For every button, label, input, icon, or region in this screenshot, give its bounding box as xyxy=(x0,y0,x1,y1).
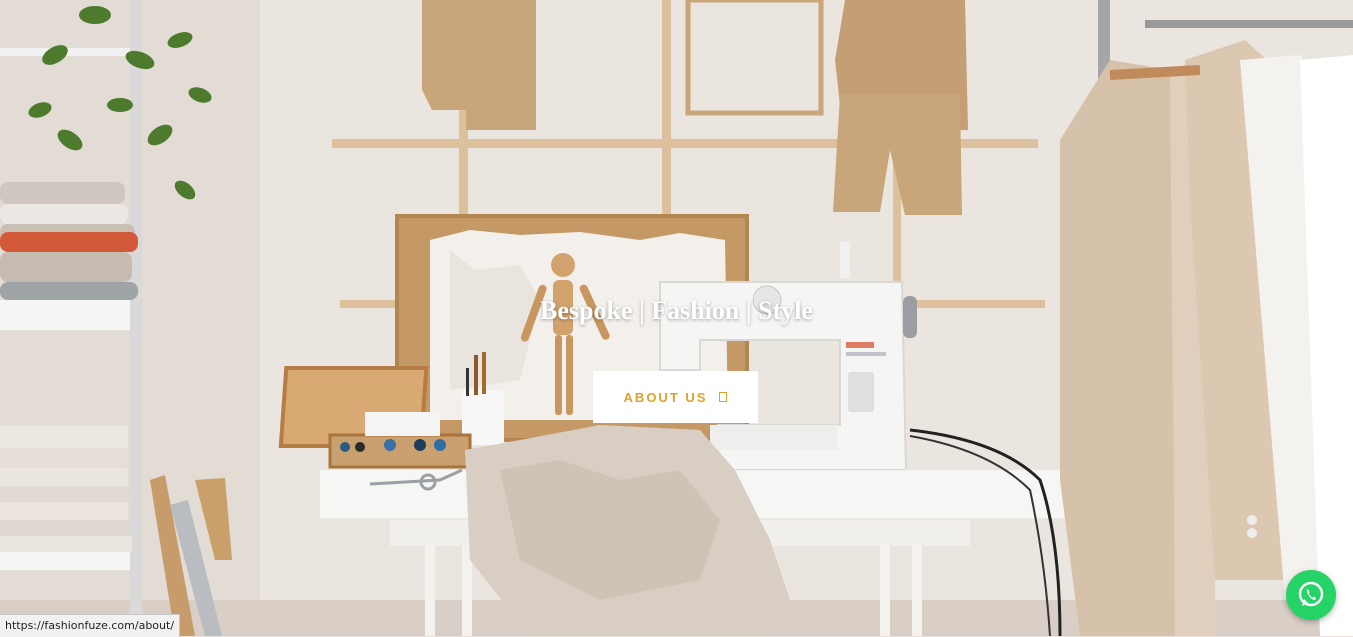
about-us-button[interactable]: ABOUT US xyxy=(593,371,758,423)
status-bar-url: https://fashionfuze.com/about/ xyxy=(0,614,181,637)
whatsapp-icon xyxy=(1298,581,1324,607)
hero-title: Bespoke | Fashion | Style xyxy=(540,296,813,325)
hero-section: Bespoke | Fashion | Style ABOUT US xyxy=(0,0,1353,636)
arrow-right-icon xyxy=(719,392,728,402)
about-us-label: ABOUT US xyxy=(623,389,708,405)
whatsapp-chat-button[interactable] xyxy=(1286,570,1336,620)
